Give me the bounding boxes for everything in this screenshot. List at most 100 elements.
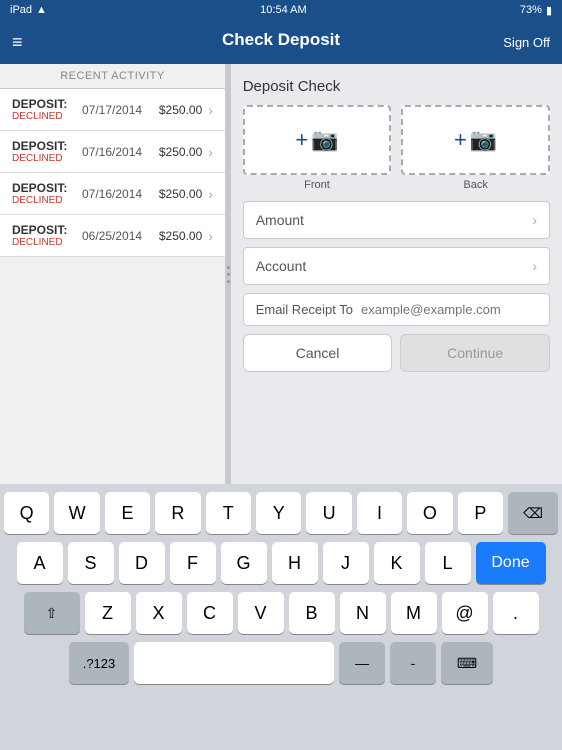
transaction-type: DEPOSIT: <box>12 223 82 237</box>
keyboard-row-1: Q W E R T Y U I O P ⌫ <box>4 492 558 534</box>
transaction-type: DEPOSIT: <box>12 139 82 153</box>
email-input[interactable] <box>361 302 537 317</box>
main-content: RECENT ACTIVITY DEPOSIT: DECLINED 07/17/… <box>0 64 562 484</box>
table-row[interactable]: DEPOSIT: DECLINED 07/16/2014 $250.00 › <box>0 131 225 173</box>
table-row[interactable]: DEPOSIT: DECLINED 07/17/2014 $250.00 › <box>0 89 225 131</box>
cancel-button[interactable]: Cancel <box>243 334 393 372</box>
back-label: Back <box>463 179 487 191</box>
transaction-status: DECLINED <box>12 111 82 122</box>
sign-off-button[interactable]: Sign Off <box>503 35 550 50</box>
key-S[interactable]: S <box>68 542 114 584</box>
keyboard-switch-key[interactable]: ⌨ <box>441 642 493 684</box>
key-G[interactable]: G <box>221 542 267 584</box>
key-J[interactable]: J <box>323 542 369 584</box>
account-label: Account <box>256 258 307 274</box>
transaction-status: DECLINED <box>12 153 82 164</box>
key-H[interactable]: H <box>272 542 318 584</box>
email-receipt-field: Email Receipt To <box>243 293 550 326</box>
transaction-amount: $250.00 <box>159 103 202 117</box>
amount-field[interactable]: Amount › <box>243 201 550 239</box>
table-row[interactable]: DEPOSIT: DECLINED 07/16/2014 $250.00 › <box>0 173 225 215</box>
wifi-icon: ▲ <box>36 4 47 16</box>
chevron-right-icon: › <box>208 228 213 244</box>
key-I[interactable]: I <box>357 492 402 534</box>
front-photo-button[interactable]: + 📷 <box>243 105 392 175</box>
camera-icon: 📷 <box>311 127 338 153</box>
transaction-type: DEPOSIT: <box>12 181 82 195</box>
nav-bar: ≡ Check Deposit Sign Off <box>0 20 562 64</box>
chevron-right-icon: › <box>208 144 213 160</box>
battery-percent: 73% <box>520 4 542 16</box>
numbers-key[interactable]: .?123 <box>69 642 129 684</box>
key-D[interactable]: D <box>119 542 165 584</box>
transaction-date: 07/17/2014 <box>82 103 159 117</box>
carrier-label: iPad <box>10 4 32 16</box>
key-L[interactable]: L <box>425 542 471 584</box>
key-C[interactable]: C <box>187 592 233 634</box>
chevron-right-icon: › <box>208 102 213 118</box>
transaction-amount: $250.00 <box>159 187 202 201</box>
key-Q[interactable]: Q <box>4 492 49 534</box>
table-row[interactable]: DEPOSIT: DECLINED 06/25/2014 $250.00 › <box>0 215 225 257</box>
transaction-amount: $250.00 <box>159 145 202 159</box>
key-A[interactable]: A <box>17 542 63 584</box>
front-photo-box: + 📷 Front <box>243 105 392 191</box>
plus-icon: + <box>295 127 308 153</box>
email-receipt-label: Email Receipt To <box>256 302 353 317</box>
photo-row: + 📷 Front + 📷 Back <box>243 105 550 191</box>
keyboard-row-2: A S D F G H J K L Done <box>4 542 558 584</box>
transaction-amount: $250.00 <box>159 229 202 243</box>
chevron-right-icon: › <box>208 186 213 202</box>
key-T[interactable]: T <box>206 492 251 534</box>
done-key[interactable]: Done <box>476 542 546 584</box>
shift-key[interactable]: ⇧ <box>24 592 80 634</box>
status-bar: iPad ▲ 10:54 AM 73% ▮ <box>0 0 562 20</box>
key-Y[interactable]: Y <box>256 492 301 534</box>
status-time: 10:54 AM <box>260 4 306 16</box>
key-K[interactable]: K <box>374 542 420 584</box>
back-photo-button[interactable]: + 📷 <box>401 105 550 175</box>
key-P[interactable]: P <box>458 492 503 534</box>
key-U[interactable]: U <box>306 492 351 534</box>
account-chevron-icon: › <box>532 258 537 274</box>
space-key[interactable] <box>134 642 334 684</box>
key-W[interactable]: W <box>54 492 99 534</box>
backspace-key[interactable]: ⌫ <box>508 492 558 534</box>
back-photo-box: + 📷 Back <box>401 105 550 191</box>
key-Z[interactable]: Z <box>85 592 131 634</box>
action-buttons: Cancel Continue <box>243 334 550 372</box>
transaction-date: 07/16/2014 <box>82 187 159 201</box>
right-panel: Deposit Check + 📷 Front + 📷 Back Amount … <box>231 64 562 484</box>
status-right: 73% ▮ <box>520 4 552 17</box>
dash-key[interactable]: - <box>390 642 436 684</box>
key-X[interactable]: X <box>136 592 182 634</box>
recent-activity-header: RECENT ACTIVITY <box>0 64 225 89</box>
deposit-check-title: Deposit Check <box>243 78 550 95</box>
key-F[interactable]: F <box>170 542 216 584</box>
front-label: Front <box>304 179 330 191</box>
emdash-key[interactable]: — <box>339 642 385 684</box>
keyboard-row-4: .?123 — - ⌨ <box>4 642 558 684</box>
key-O[interactable]: O <box>407 492 452 534</box>
keyboard-row-3: ⇧ Z X C V B N M @ . <box>4 592 558 634</box>
menu-icon[interactable]: ≡ <box>12 32 23 53</box>
key-N[interactable]: N <box>340 592 386 634</box>
status-left: iPad ▲ <box>10 4 47 16</box>
key-R[interactable]: R <box>155 492 200 534</box>
transaction-status: DECLINED <box>12 237 82 248</box>
key-V[interactable]: V <box>238 592 284 634</box>
key-B[interactable]: B <box>289 592 335 634</box>
transaction-date: 07/16/2014 <box>82 145 159 159</box>
keyboard: Q W E R T Y U I O P ⌫ A S D F G H J K L … <box>0 484 562 696</box>
key-period[interactable]: . <box>493 592 539 634</box>
account-field[interactable]: Account › <box>243 247 550 285</box>
plus-icon: + <box>454 127 467 153</box>
key-E[interactable]: E <box>105 492 150 534</box>
amount-label: Amount <box>256 212 304 228</box>
camera-icon: 📷 <box>470 127 497 153</box>
key-at[interactable]: @ <box>442 592 488 634</box>
continue-button[interactable]: Continue <box>400 334 550 372</box>
page-title: Check Deposit <box>222 30 340 50</box>
transaction-status: DECLINED <box>12 195 82 206</box>
key-M[interactable]: M <box>391 592 437 634</box>
